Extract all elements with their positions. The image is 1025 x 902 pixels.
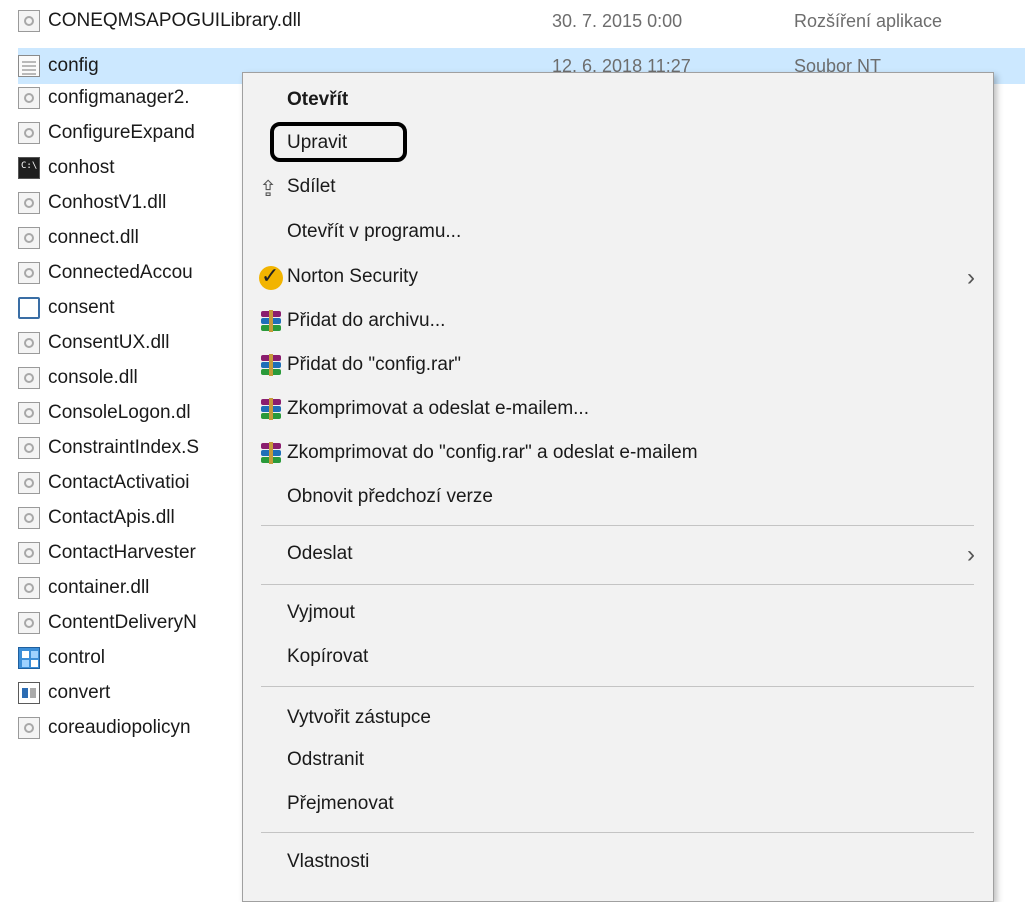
file-name: consent <box>48 297 115 318</box>
norton-icon <box>259 263 283 290</box>
menu-item-properties[interactable]: Vlastnosti <box>243 845 993 879</box>
dll-icon <box>18 542 40 564</box>
file-name: container.dll <box>48 577 150 598</box>
file-name: ConnectedAccou <box>48 262 193 283</box>
winrar-icon <box>259 398 283 422</box>
menu-label: Sdílet <box>287 176 336 197</box>
file-row-coneqmsapoguilibrary[interactable]: CONEQMSAPOGUILibrary.dll 30. 7. 2015 0:0… <box>18 3 1025 39</box>
menu-item-cut[interactable]: Vyjmout <box>243 596 993 630</box>
menu-label: Vlastnosti <box>287 851 370 872</box>
file-name: ContactHarvester <box>48 542 196 563</box>
menu-label: Odeslat <box>287 543 353 564</box>
menu-label: Kopírovat <box>287 646 369 667</box>
winrar-icon <box>259 310 283 334</box>
dll-icon <box>18 10 40 32</box>
file-name: ContactApis.dll <box>48 507 175 528</box>
dll-icon <box>18 332 40 354</box>
share-icon: ⇪ <box>259 176 278 201</box>
dll-icon <box>18 122 40 144</box>
file-name: control <box>48 647 106 668</box>
dll-icon <box>18 87 40 109</box>
menu-item-norton[interactable]: Norton Security › <box>243 260 993 294</box>
dll-icon <box>18 612 40 634</box>
file-date: 30. 7. 2015 0:00 <box>552 10 683 31</box>
menu-item-rename[interactable]: Přejmenovat <box>243 787 993 821</box>
dll-icon <box>18 507 40 529</box>
menu-label: Otevřít <box>287 89 349 110</box>
menu-item-create-shortcut[interactable]: Vytvořit zástupce <box>243 701 993 735</box>
file-name: ConstraintIndex.S <box>48 437 200 458</box>
winrar-icon <box>259 442 283 466</box>
menu-separator <box>261 584 974 585</box>
menu-item-compress-rar-email[interactable]: Zkomprimovat do "config.rar" a odeslat e… <box>243 436 993 470</box>
menu-item-share[interactable]: ⇪ Sdílet <box>243 170 993 204</box>
dll-icon <box>18 227 40 249</box>
chevron-right-icon: › <box>967 541 975 568</box>
file-name: ContactActivatioi <box>48 472 190 493</box>
winrar-icon <box>259 354 283 378</box>
menu-label: Přejmenovat <box>287 793 394 814</box>
file-name: ConfigureExpand <box>48 122 195 143</box>
menu-label: Vyjmout <box>287 602 355 623</box>
file-name: config <box>48 55 99 76</box>
file-name: ConsoleLogon.dl <box>48 402 191 423</box>
text-file-icon <box>18 55 40 77</box>
window-icon <box>18 297 40 319</box>
menu-separator <box>261 832 974 833</box>
menu-item-add-rar[interactable]: Přidat do "config.rar" <box>243 348 993 382</box>
menu-label: Norton Security <box>287 266 418 287</box>
edit-highlight-outline <box>270 122 407 162</box>
menu-label: Zkomprimovat do "config.rar" a odeslat e… <box>287 442 698 463</box>
file-name: conhost <box>48 157 115 178</box>
file-name: connect.dll <box>48 227 139 248</box>
dll-icon <box>18 262 40 284</box>
control-panel-icon <box>18 647 40 669</box>
menu-item-open[interactable]: Otevřít <box>243 83 993 117</box>
menu-item-delete[interactable]: Odstranit <box>243 743 993 777</box>
dll-icon <box>18 717 40 739</box>
chevron-right-icon: › <box>967 264 975 291</box>
file-name: ConhostV1.dll <box>48 192 167 213</box>
menu-item-restore-versions[interactable]: Obnovit předchozí verze <box>243 480 993 514</box>
menu-label: Otevřít v programu... <box>287 221 462 242</box>
dll-icon <box>18 402 40 424</box>
menu-label: Vytvořit zástupce <box>287 707 431 728</box>
menu-item-copy[interactable]: Kopírovat <box>243 640 993 674</box>
context-menu: Otevřít Upravit ⇪ Sdílet Otevřít v progr… <box>242 72 994 902</box>
menu-separator <box>261 525 974 526</box>
file-name: console.dll <box>48 367 138 388</box>
file-name: CONEQMSAPOGUILibrary.dll <box>48 10 302 31</box>
cmd-icon <box>18 157 40 179</box>
file-type: Rozšíření aplikace <box>794 10 943 31</box>
menu-label: Odstranit <box>287 749 365 770</box>
file-name: configmanager2. <box>48 87 190 108</box>
menu-item-compress-email[interactable]: Zkomprimovat a odeslat e-mailem... <box>243 392 993 426</box>
dll-icon <box>18 437 40 459</box>
menu-label: Přidat do archivu... <box>287 310 446 331</box>
file-name: convert <box>48 682 111 703</box>
menu-label: Obnovit předchozí verze <box>287 486 493 507</box>
menu-separator <box>261 686 974 687</box>
file-name: coreaudiopolicyn <box>48 717 191 738</box>
file-name: ConsentUX.dll <box>48 332 170 353</box>
menu-label: Přidat do "config.rar" <box>287 354 462 375</box>
dll-icon <box>18 192 40 214</box>
dll-icon <box>18 367 40 389</box>
menu-label: Zkomprimovat a odeslat e-mailem... <box>287 398 589 419</box>
file-name: ContentDeliveryN <box>48 612 197 633</box>
convert-icon <box>18 682 40 704</box>
menu-item-open-with[interactable]: Otevřít v programu... <box>243 215 993 249</box>
menu-item-add-archive[interactable]: Přidat do archivu... <box>243 304 993 338</box>
dll-icon <box>18 472 40 494</box>
menu-item-send-to[interactable]: Odeslat › <box>243 537 993 571</box>
dll-icon <box>18 577 40 599</box>
